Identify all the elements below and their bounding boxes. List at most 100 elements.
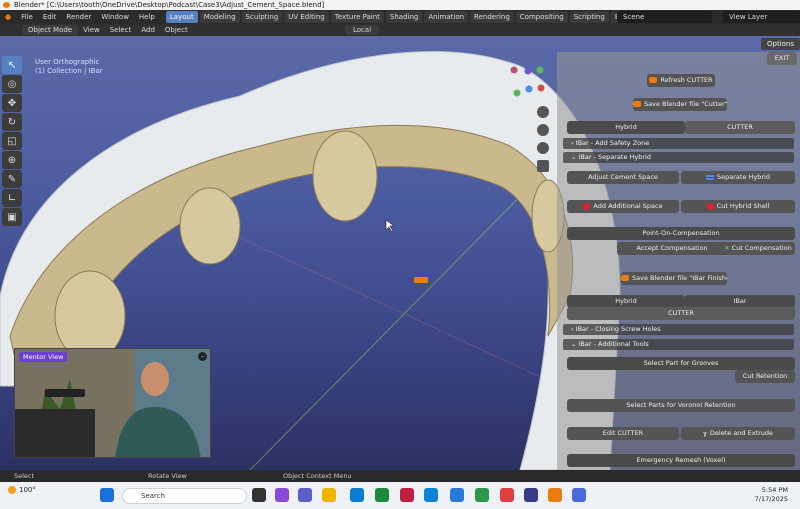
adjust-cement-space-button[interactable]: Adjust Cement Space	[567, 171, 679, 184]
cut-compensation-label: Cut Compensation	[731, 244, 792, 252]
add-additional-space-button[interactable]: Add Additional Space	[567, 200, 679, 213]
task-view-icon[interactable]	[252, 488, 266, 502]
tab-compositing[interactable]: Compositing	[515, 11, 568, 23]
point-on-compensation-field[interactable]: Point-On-Compensation	[567, 227, 795, 240]
camera-icon[interactable]	[537, 142, 549, 154]
search-placeholder: Search	[141, 492, 166, 500]
3d-cursor-icon[interactable]: ◎	[2, 75, 22, 93]
grid-icon[interactable]	[537, 160, 549, 172]
taskbar-search[interactable]: Search	[122, 488, 247, 504]
mode-dropdown[interactable]: Object Mode	[22, 25, 79, 35]
select-cursor-icon[interactable]: ↖	[2, 56, 22, 74]
section-safety-label: IBar - Add Safety Zone	[575, 139, 650, 147]
delete-extrude-button[interactable]: ╥ Delete and Extrude	[681, 427, 795, 440]
abutment-3	[312, 130, 378, 222]
select-voronoi-button[interactable]: Select Parts for Voronoi Retention	[567, 399, 795, 412]
menu-edit[interactable]: Edit	[38, 10, 62, 24]
view-layer-selector[interactable]: View Layer	[723, 11, 800, 23]
scale-icon[interactable]: ◱	[2, 132, 22, 150]
tab-scripting[interactable]: Scripting	[569, 11, 609, 23]
move-icon[interactable]: ✥	[2, 94, 22, 112]
weather-widget[interactable]: 100°	[8, 486, 36, 494]
measure-icon[interactable]: ∟	[2, 189, 22, 207]
blender-menu-icon[interactable]: ●	[0, 10, 16, 24]
app-icon-red[interactable]	[400, 488, 414, 502]
section-closing-screw-holes[interactable]: › IBar - Closing Screw Holes	[563, 324, 794, 335]
pan-hand-icon[interactable]	[537, 124, 549, 136]
save-cutter-button[interactable]: Save Blender file "Cutter"	[633, 98, 727, 111]
menu-window[interactable]: Window	[96, 10, 134, 24]
separate-hybrid-button[interactable]: Separate Hybrid	[681, 171, 795, 184]
scene-selector[interactable]: Scene	[617, 11, 712, 23]
tab-rendering[interactable]: Rendering	[470, 11, 514, 23]
header-view-menu[interactable]: View	[78, 24, 105, 36]
gizmo-z	[536, 66, 544, 74]
cutter-toggle-2[interactable]: CUTTER	[567, 307, 795, 320]
section-safety-zone[interactable]: › IBar - Add Safety Zone	[563, 138, 794, 149]
copilot-icon[interactable]	[275, 488, 289, 502]
header-select-menu[interactable]: Select	[105, 24, 137, 36]
start-icon[interactable]	[100, 488, 114, 502]
menu-help[interactable]: Help	[134, 10, 160, 24]
cut-hybrid-shell-label: Cut Hybrid Shell	[716, 202, 770, 210]
cut-compensation-button[interactable]: ✕ Cut Compensation	[721, 242, 795, 255]
annotate-icon[interactable]: ✎	[2, 170, 22, 188]
section-separate-hybrid[interactable]: ⌄ IBar - Separate Hybrid	[563, 152, 794, 163]
object-origin	[414, 277, 428, 283]
add-cube-icon[interactable]: ▣	[2, 208, 22, 226]
tab-layout[interactable]: Layout	[165, 11, 198, 23]
tab-texture-paint[interactable]: Texture Paint	[330, 11, 384, 23]
app-icon-2[interactable]	[500, 488, 514, 502]
refresh-cutter-label: Refresh CUTTER	[660, 76, 713, 84]
file-explorer-icon[interactable]	[322, 488, 336, 502]
tool-shelf: ↖ ◎ ✥ ↻ ◱ ⊕ ✎ ∟ ▣	[2, 56, 24, 227]
messenger-icon[interactable]	[450, 488, 464, 502]
store-icon[interactable]	[350, 488, 364, 502]
blender-taskbar-icon[interactable]	[548, 488, 562, 502]
exit-button[interactable]: EXIT	[767, 52, 797, 65]
rotate-icon[interactable]: ↻	[2, 113, 22, 131]
cut-retention-button[interactable]: Cut Retention	[735, 370, 795, 383]
section-closing-label: IBar - Closing Screw Holes	[575, 325, 661, 333]
tab-sculpting[interactable]: Sculpting	[241, 11, 283, 23]
window-title: Blender* [C:\Users\tooth\OneDrive\Deskto…	[14, 1, 325, 9]
accept-compensation-button[interactable]: Accept Compensation	[617, 242, 727, 255]
app-icon-4[interactable]	[572, 488, 586, 502]
menu-render[interactable]: Render	[61, 10, 96, 24]
edge-icon[interactable]	[424, 488, 438, 502]
cut-icon	[706, 202, 714, 210]
zoom-icon[interactable]	[537, 106, 549, 118]
tab-uv-editing[interactable]: UV Editing	[284, 11, 329, 23]
teams-icon[interactable]	[298, 488, 312, 502]
header-add-menu[interactable]: Add	[136, 24, 160, 36]
cut-compensation-icon: ✕	[724, 244, 730, 252]
clock-date: 7/17/2025	[754, 495, 788, 503]
cut-hybrid-shell-button[interactable]: Cut Hybrid Shell	[681, 200, 795, 213]
emergency-remesh-button[interactable]: Emergency Remesh (Voxel)	[567, 454, 795, 467]
minimize-icon[interactable]: –	[198, 352, 207, 361]
options-dropdown[interactable]: Options	[760, 38, 800, 50]
sun-icon	[8, 486, 16, 494]
menu-file[interactable]: File	[16, 10, 38, 24]
tab-shading[interactable]: Shading	[385, 11, 423, 23]
select-part-grooves-field[interactable]: Select Part for Grooves	[567, 357, 795, 370]
excel-icon[interactable]	[475, 488, 489, 502]
edit-cutter-button[interactable]: Edit CUTTER	[567, 427, 679, 440]
view-layer-name: View Layer	[729, 13, 768, 21]
save-ibar-finished-button[interactable]: Save Blender file "IBar Finished"	[621, 272, 727, 285]
transform-icon[interactable]: ⊕	[2, 151, 22, 169]
hybrid-toggle[interactable]: Hybrid	[567, 121, 685, 134]
orientation-dropdown[interactable]: Local	[345, 25, 380, 35]
save-cutter-label: Save Blender file "Cutter"	[644, 100, 727, 108]
app-icon-3[interactable]	[524, 488, 538, 502]
blender-icon	[621, 275, 629, 281]
refresh-cutter-button[interactable]: Refresh CUTTER	[647, 74, 715, 87]
header-object-menu[interactable]: Object	[160, 24, 193, 36]
cutter-toggle[interactable]: CUTTER	[685, 121, 795, 134]
taskbar-clock[interactable]: 5:54 PM 7/17/2025	[755, 486, 788, 504]
mentor-video-overlay[interactable]: Mentor View –	[14, 348, 211, 458]
tab-animation[interactable]: Animation	[424, 11, 469, 23]
section-additional-tools[interactable]: ⌄ IBar - Additional Tools	[563, 339, 794, 350]
xbox-icon[interactable]	[375, 488, 389, 502]
tab-modeling[interactable]: Modeling	[199, 11, 240, 23]
